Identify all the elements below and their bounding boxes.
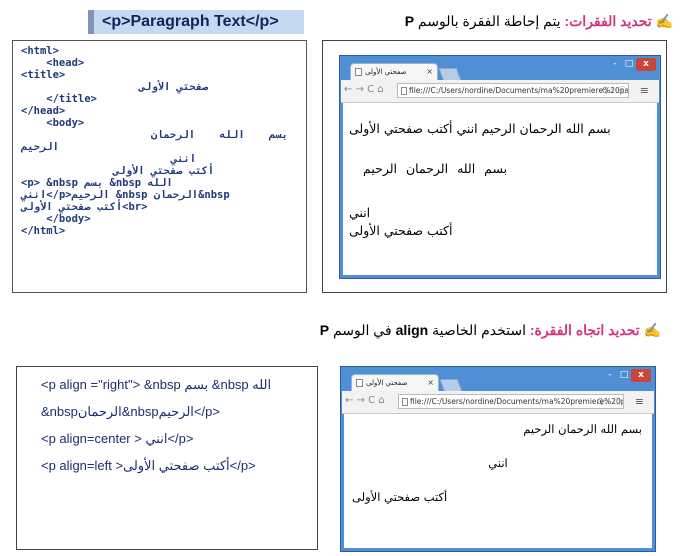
- page-icon: [356, 379, 363, 387]
- browser-titlebar: صفحتي الأولى × - □ x: [341, 367, 655, 392]
- browser-content-1: بسم الله الرحمان الرحيم انني أكتب صفحتي …: [343, 103, 657, 275]
- rendered-line-left: أكتب صفحتي الأولى: [352, 490, 448, 504]
- code-line: <p align=left >أكتب صفحتي الأولى</p>: [41, 458, 256, 473]
- close-button[interactable]: x: [636, 58, 656, 71]
- browser-window-2: صفحتي الأولى × - □ x ← → C ⌂ file:///C:/Us…: [340, 366, 656, 552]
- maximize-button[interactable]: □: [617, 369, 631, 382]
- window-controls: - □ x: [608, 58, 656, 74]
- code-line: <p align ="right"> &nbsp بسم &nbsp الله: [41, 377, 272, 392]
- minimize-button[interactable]: -: [608, 58, 622, 71]
- pencil-icon: ✍: [655, 13, 673, 29]
- code-line: </body>: [21, 213, 91, 225]
- window-controls: - □ x: [603, 369, 651, 385]
- minimize-button[interactable]: -: [603, 369, 617, 382]
- rendered-line: بسم الله الرحمان الرحيم: [363, 161, 508, 176]
- paragraph-tag-box: <p>Paragraph Text</p>: [88, 10, 304, 34]
- tab-close-icon[interactable]: ×: [426, 64, 433, 80]
- code-line: </title>: [21, 93, 97, 105]
- page-icon: [402, 398, 408, 406]
- code-line: &nbspالرحمان&nbspالرحيم</p>: [41, 404, 220, 419]
- code-line: <body>: [21, 117, 85, 129]
- close-button[interactable]: x: [631, 369, 651, 382]
- browser-tab[interactable]: صفحتي الأولى ×: [350, 63, 438, 80]
- code-line: <p> &nbsp بسم &nbsp الله: [21, 177, 173, 189]
- browser-toolbar: ← → C ⌂ file:///C:/Users/nordine/Documen…: [341, 80, 659, 103]
- browser-window-1: صفحتي الأولى × - □ x ← → C ⌂ file:///C:/Us…: [339, 55, 661, 279]
- section2-heading: ✍ تحديد اتجاه الفقرة: استخدم الخاصية ali…: [320, 322, 661, 339]
- address-bar-tools[interactable]: Q☆ ⓘ: [597, 395, 621, 408]
- browser-content-2: بسم الله الرحمان الرحيم انني أكتب صفحتي …: [344, 414, 652, 548]
- heading-description: استخدم الخاصية: [432, 322, 526, 338]
- rendered-line: بسم الله الرحمان الرحيم انني أكتب صفحتي …: [349, 121, 611, 136]
- page-icon: [355, 68, 362, 76]
- code-line: <html>: [21, 45, 59, 57]
- heading-tag-letter: P: [404, 13, 415, 29]
- address-bar[interactable]: file:///C:/Users/nordine/Documents/ma%20…: [398, 394, 624, 409]
- code-line: الرحيم: [21, 141, 59, 153]
- maximize-button[interactable]: □: [622, 58, 636, 71]
- heading-description-2: في الوسم: [332, 322, 392, 338]
- code-line: أكتب صفحتي الأولى<br>: [21, 201, 148, 213]
- heading-tag-letter: P: [319, 322, 330, 338]
- section1-heading-text: ✍ تحديد الفقرات: يتم إحاطة الفقرة بالوسم…: [405, 13, 673, 30]
- html-code-box-1: <html> <head> <title> صفحتي الأولى </tit…: [12, 40, 307, 293]
- code-line: </html>: [21, 225, 66, 237]
- pencil-icon: ✍: [643, 322, 661, 338]
- nav-buttons[interactable]: ← → C ⌂: [344, 84, 384, 95]
- code-line: بسم الله الرحمان: [150, 129, 288, 141]
- rendered-line-right: بسم الله الرحمان الرحيم: [523, 422, 642, 436]
- tab-title: صفحتي الأولى: [365, 68, 407, 76]
- heading-pink-label: تحديد اتجاه الفقرة:: [529, 322, 640, 338]
- rendered-line-center: انني: [488, 456, 508, 470]
- code-line: <head>: [21, 57, 85, 69]
- rendered-line: أكتب صفحتي الأولى: [349, 223, 453, 238]
- nav-buttons[interactable]: ← → C ⌂: [345, 395, 385, 406]
- heading-attr: align: [395, 322, 429, 338]
- browser-toolbar: ← → C ⌂ file:///C:/Users/nordine/Documen…: [342, 391, 654, 414]
- browser-tab[interactable]: صفحتي الأولى ×: [351, 374, 439, 391]
- section1-heading: <p>Paragraph Text</p> ✍ تحديد الفقرات: ي…: [0, 6, 691, 36]
- menu-icon[interactable]: ≡: [635, 395, 644, 408]
- url-text: file:///C:/Users/nordine/Documents/ma%20…: [410, 397, 623, 406]
- heading-description: يتم إحاطة الفقرة بالوسم: [417, 13, 561, 29]
- code-line: صفحتي الأولى: [138, 81, 209, 93]
- browser-titlebar: صفحتي الأولى × - □ x: [340, 56, 660, 81]
- code-line: أكتب صفحتي الأولى: [112, 165, 215, 177]
- code-line: </head>: [21, 105, 66, 117]
- browser-frame-1: صفحتي الأولى × - □ x ← → C ⌂ file:///C:/Us…: [322, 40, 667, 293]
- rendered-line: انني: [349, 205, 371, 220]
- url-text: file:///C:/Users/nordine/Documents/ma%20…: [409, 86, 629, 95]
- address-bar[interactable]: file:///C:/Users/nordine/Documents/ma%20…: [397, 83, 629, 98]
- page-icon: [401, 87, 407, 95]
- code-line: انني: [170, 153, 197, 165]
- heading-pink-label: تحديد الفقرات:: [564, 13, 652, 29]
- tab-close-icon[interactable]: ×: [427, 375, 434, 391]
- address-bar-tools[interactable]: Q☆ ⓘ: [602, 84, 626, 97]
- code-line: <title>: [21, 69, 66, 81]
- code-line: انني</p>الرحيم &nbsp الرحمان&nbsp: [21, 189, 230, 201]
- tab-title: صفحتي الأولى: [366, 379, 408, 387]
- html-code-box-2: <p align ="right"> &nbsp بسم &nbsp الله …: [16, 366, 318, 550]
- menu-icon[interactable]: ≡: [640, 84, 649, 97]
- code-line: <p align=center > انني</p>: [41, 431, 194, 446]
